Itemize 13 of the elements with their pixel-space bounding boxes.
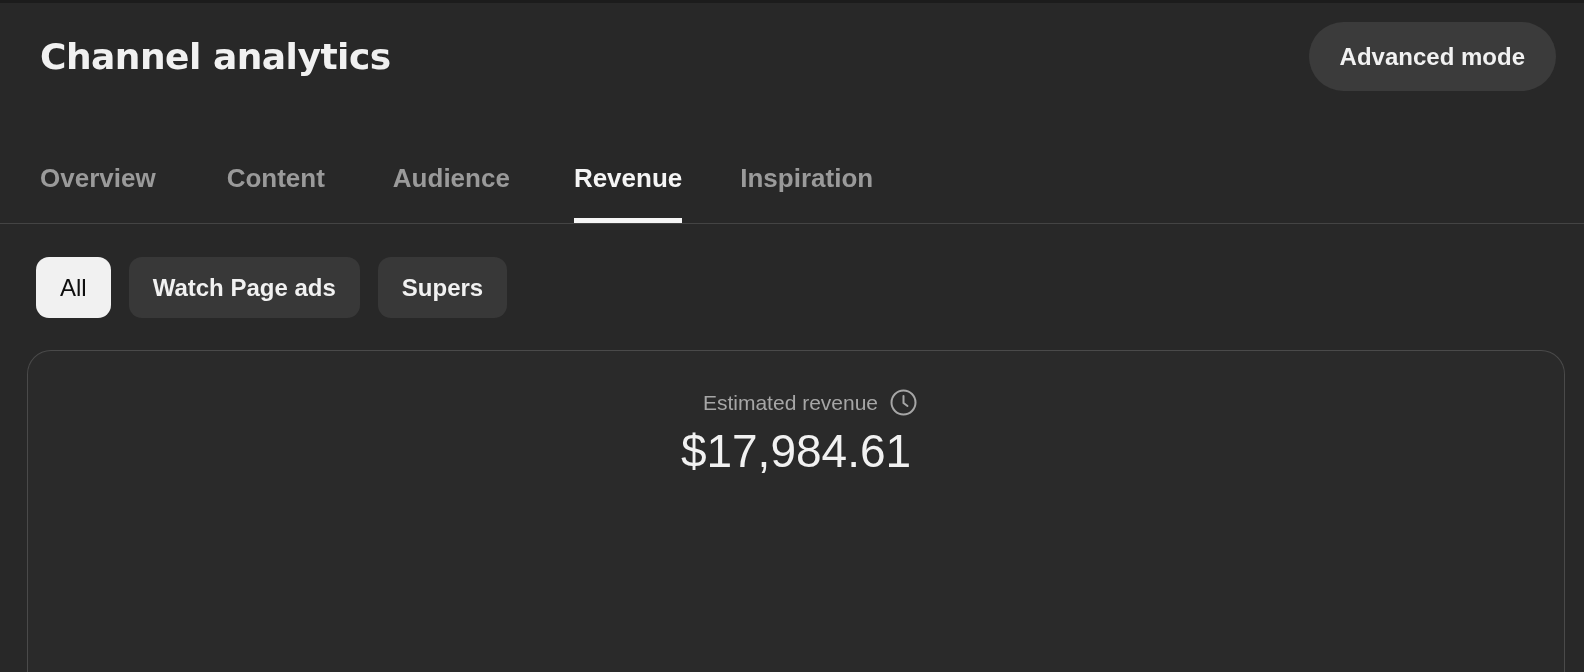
filter-chip[interactable]: All [36,257,111,318]
revenue-value: $17,984.61 [680,423,912,479]
revenue-label: Estimated revenue [702,390,879,416]
page-title: Channel analytics [40,38,391,75]
tab[interactable]: Overview [40,144,156,223]
tab[interactable]: Content [226,144,325,223]
clock-icon[interactable] [890,389,918,417]
filter-chip[interactable]: Supers [377,257,508,318]
tab[interactable]: Inspiration [740,144,874,223]
filter-chip[interactable]: Watch Page ads [128,257,360,318]
tab[interactable]: Revenue [573,144,683,223]
tab[interactable]: Audience [392,144,510,223]
advanced-mode-button[interactable]: Advanced mode [1308,22,1556,91]
